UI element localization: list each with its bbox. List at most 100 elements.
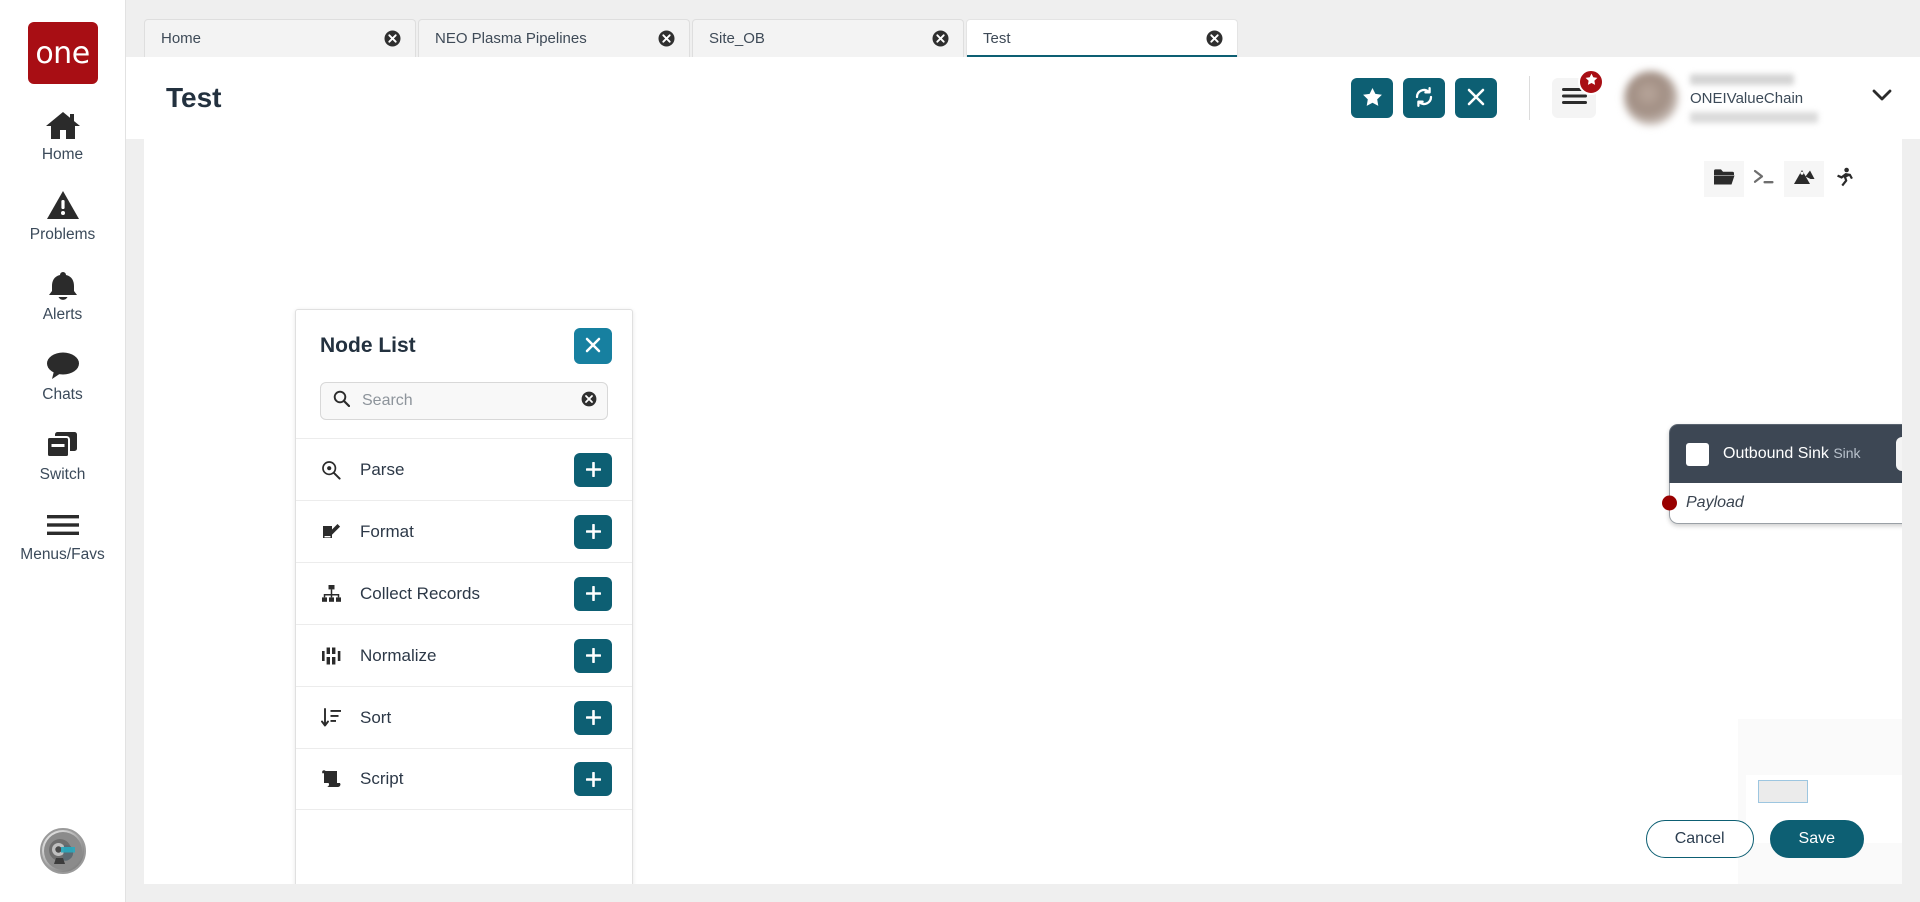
hamburger-icon — [44, 508, 82, 542]
search-icon — [333, 390, 351, 412]
header-divider — [1529, 76, 1530, 120]
main-area: Home NEO Plasma Pipelines Site_OB Test T… — [126, 0, 1920, 902]
add-node-button[interactable] — [574, 514, 612, 549]
windows-stack-icon — [44, 428, 153, 462]
add-node-button[interactable] — [574, 762, 612, 796]
save-button[interactable]: Save — [1769, 820, 1864, 858]
star-icon — [1585, 73, 1598, 91]
equalizer-icon — [320, 645, 342, 667]
tab-close-icon[interactable] — [384, 30, 401, 47]
tab-close-icon[interactable] — [932, 30, 949, 47]
node-list-item-script[interactable]: Script — [296, 748, 632, 810]
tab-neo-plasma-pipelines[interactable]: NEO Plasma Pipelines — [418, 19, 690, 57]
node-input-port[interactable] — [1662, 495, 1677, 511]
canvas-minimap[interactable] — [1738, 719, 1902, 884]
favorites-badge — [1578, 69, 1604, 95]
close-x-icon — [585, 337, 601, 356]
sidebar-item-problems[interactable]: Problems — [0, 188, 126, 244]
node-list-item-label: Collect Records — [360, 583, 480, 603]
tab-site-ob[interactable]: Site_OB — [692, 19, 964, 57]
node-list-header: Node List — [296, 310, 632, 372]
mountain-image-icon — [1793, 168, 1815, 190]
node-title: Outbound Sink — [1723, 445, 1829, 462]
document-pencil-icon — [320, 521, 342, 543]
add-node-button[interactable] — [574, 452, 612, 487]
favorite-button[interactable] — [1351, 78, 1393, 118]
running-person-icon — [1834, 167, 1854, 192]
node-select-checkbox[interactable] — [1686, 442, 1709, 466]
image-tool[interactable] — [1784, 161, 1824, 197]
sidebar-item-home[interactable]: Home — [0, 108, 126, 164]
sidebar-label-problems: Problems — [29, 226, 96, 243]
app-logo[interactable]: one — [27, 22, 98, 84]
kebab-menu-icon[interactable] — [1896, 437, 1902, 471]
user-profile[interactable]: ONEIValueChain — [1624, 71, 1840, 125]
folder-open-icon — [1713, 168, 1735, 191]
cancel-button[interactable]: Cancel — [1645, 820, 1754, 858]
page-header: Test ONEIValueChain — [126, 57, 1920, 139]
main-menu-button[interactable] — [1552, 69, 1604, 118]
add-node-button[interactable] — [574, 638, 612, 673]
scroll-icon — [320, 768, 342, 790]
sidebar-item-chats[interactable]: Chats — [0, 348, 126, 404]
search-input[interactable] — [362, 392, 569, 410]
warning-triangle-icon — [44, 188, 82, 222]
console-tool[interactable] — [1744, 161, 1784, 197]
tab-close-icon[interactable] — [1206, 30, 1223, 47]
node-header: Outbound Sink Sink — [1669, 424, 1902, 483]
node-list-close-button[interactable] — [574, 328, 612, 364]
tab-label: Home — [161, 30, 202, 47]
close-button[interactable] — [1455, 78, 1497, 118]
run-tool[interactable] — [1824, 161, 1864, 197]
content-area: Output Outbound Sink Sink — [126, 139, 1920, 902]
user-menu-toggle[interactable] — [1862, 78, 1902, 118]
minimap-node — [1758, 780, 1808, 803]
tab-test[interactable]: Test — [966, 19, 1238, 58]
chat-bubble-icon — [44, 348, 82, 382]
node-list-item-normalize[interactable]: Normalize — [296, 624, 632, 686]
user-org-label: ONEIValueChain — [1690, 89, 1804, 107]
clear-circle-icon[interactable] — [581, 391, 597, 412]
terminal-icon — [1753, 168, 1775, 191]
ai-assistant-avatar[interactable] — [39, 828, 86, 874]
refresh-icon — [1413, 86, 1435, 111]
node-list-item-label: Script — [360, 769, 404, 788]
tab-label: NEO Plasma Pipelines — [435, 30, 587, 47]
tab-close-icon[interactable] — [658, 30, 675, 47]
canvas-toolbar — [1704, 161, 1864, 197]
app-root: one Home Problems Alerts Chats Switch Me… — [0, 0, 1920, 902]
sidebar-label-menus-favs: Menus/Favs — [20, 546, 105, 563]
sitemap-icon — [320, 583, 342, 605]
sort-descending-icon — [320, 707, 342, 729]
sidebar-item-menus-favs[interactable]: Menus/Favs — [0, 508, 126, 564]
node-list-items: Parse Format Collect Records Normalize S… — [296, 438, 632, 884]
node-port-label: Payload — [1686, 494, 1744, 511]
page-title: Test — [166, 82, 222, 113]
node-list-item-collect-records[interactable]: Collect Records — [296, 562, 632, 624]
sidebar-item-alerts[interactable]: Alerts — [0, 268, 126, 324]
add-node-button[interactable] — [574, 700, 612, 735]
user-name-redacted — [1690, 73, 1794, 85]
node-subtitle: Sink — [1833, 445, 1861, 461]
add-node-button[interactable] — [574, 576, 612, 611]
node-list-item-label: Sort — [360, 707, 392, 727]
refresh-button[interactable] — [1403, 78, 1445, 118]
flow-node-outbound-sink[interactable]: Outbound Sink Sink Payload — [1662, 424, 1902, 524]
node-list-item-sort[interactable]: Sort — [296, 686, 632, 748]
node-list-item-format[interactable]: Format — [296, 500, 632, 562]
sidebar-label-chats: Chats — [42, 386, 83, 403]
tab-label: Test — [983, 30, 1011, 47]
sidebar-label-switch: Switch — [39, 466, 86, 483]
node-title-block: Outbound Sink Sink — [1723, 444, 1882, 464]
search-box[interactable] — [320, 382, 608, 420]
tab-home[interactable]: Home — [144, 19, 416, 57]
node-list-item-parse[interactable]: Parse — [296, 438, 632, 500]
tab-strip: Home NEO Plasma Pipelines Site_OB Test — [126, 0, 1920, 58]
magnifier-target-icon — [320, 459, 342, 481]
left-sidebar: one Home Problems Alerts Chats Switch Me… — [0, 0, 153, 902]
pipeline-canvas[interactable]: Output Outbound Sink Sink — [144, 139, 1902, 884]
sidebar-item-switch[interactable]: Switch — [0, 428, 153, 484]
node-body: Payload — [1662, 483, 1902, 524]
open-folder-tool[interactable] — [1704, 161, 1744, 197]
bell-icon — [44, 268, 82, 302]
